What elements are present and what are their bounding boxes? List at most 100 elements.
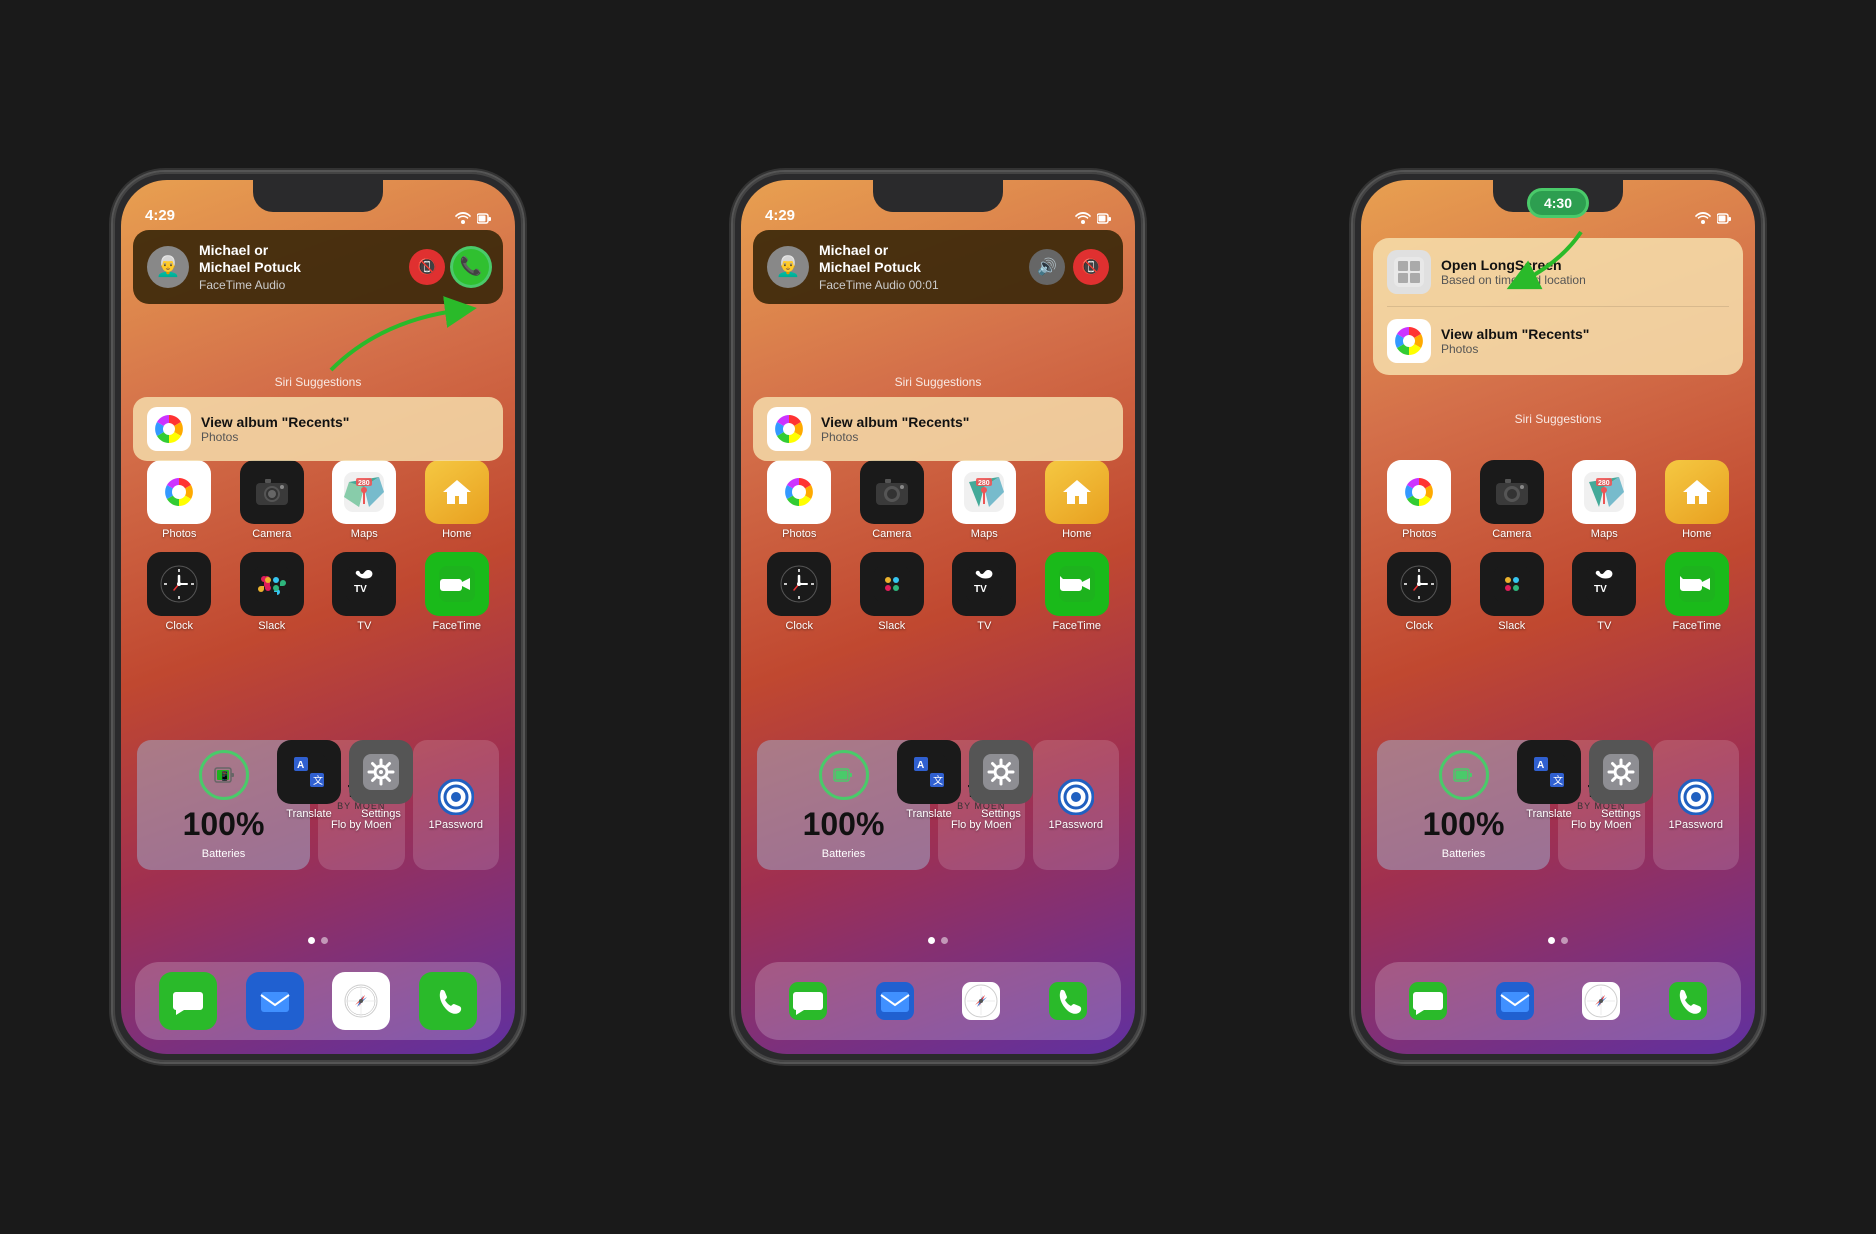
p2-phone-dock[interactable]: [1039, 972, 1097, 1030]
p2-facetime[interactable]: FaceTime: [1035, 552, 1120, 632]
p2-maps[interactable]: 280 Maps: [942, 460, 1027, 540]
p3-facetime[interactable]: FaceTime: [1655, 552, 1740, 632]
p2-mid-apps: A文 Translate Settings: [897, 740, 1027, 820]
p3-translate[interactable]: A文 Translate: [1517, 740, 1581, 820]
p2-clock[interactable]: Clock: [757, 552, 842, 632]
phone-1-call-buttons: 📵 📞: [409, 249, 489, 285]
phone-1-app-camera[interactable]: Camera: [230, 460, 315, 540]
p2-settings-icon: [969, 740, 1033, 804]
phone-3-siri-item-1[interactable]: Open LongScreen Based on time and locati…: [1373, 238, 1743, 306]
p3-mail-dock[interactable]: [1486, 972, 1544, 1030]
p2-photos-icon: [767, 460, 831, 524]
phone-1-call-avatar: 👨‍🦳: [147, 246, 189, 288]
phone-2-page-dots: [741, 937, 1135, 944]
phone-1-time: 4:29: [141, 207, 175, 224]
phone-1-app-translate[interactable]: A 文 Translate: [277, 740, 341, 820]
p2-camera-icon: [860, 460, 924, 524]
appletv-label: TV: [357, 620, 371, 632]
p2-tv[interactable]: TV TV: [942, 552, 1027, 632]
svg-text:A: A: [1537, 760, 1544, 771]
p3-tv[interactable]: TVTV: [1562, 552, 1647, 632]
phone-3-screen: 4:30 4:30: [1361, 180, 1755, 1054]
phone-2-app-grid: Photos Camera 280 Maps: [757, 460, 1119, 632]
phone-1-mid-apps: A 文 Translate: [277, 740, 407, 820]
phone-3-siri-item-2[interactable]: View album "Recents" Photos: [1373, 307, 1743, 375]
slack-label: Slack: [258, 620, 285, 632]
p2-safari-dock[interactable]: [952, 972, 1010, 1030]
p3-phone-dock[interactable]: [1659, 972, 1717, 1030]
phone-1-siri-card[interactable]: View album "Recents" Photos: [133, 397, 503, 461]
phone-1-app-clock[interactable]: Clock: [137, 552, 222, 632]
phone-2-dock: [755, 962, 1121, 1040]
phone-3-status-icons: [1695, 212, 1735, 224]
camera-label: Camera: [252, 528, 291, 540]
phone-1-app-photos[interactable]: Photos: [137, 460, 222, 540]
photos-label: Photos: [162, 528, 196, 540]
phone-1-app-home[interactable]: Home: [415, 460, 500, 540]
svg-text:280: 280: [358, 480, 370, 487]
battery-icon: 📱: [199, 750, 249, 800]
phone-1-status-icons: [455, 212, 495, 224]
phone-1-siri-icon: [147, 407, 191, 451]
phone-2-end-button[interactable]: 📵: [1073, 249, 1109, 285]
phone-3-green-pill[interactable]: 4:30: [1527, 188, 1589, 218]
messages-dock-icon[interactable]: [159, 972, 217, 1030]
phone-1-app-facetime[interactable]: FaceTime: [415, 552, 500, 632]
phone-1-page-dots: [121, 937, 515, 944]
mail-dock-icon[interactable]: [246, 972, 304, 1030]
batteries-label: Batteries: [202, 848, 245, 860]
svg-text:文: 文: [933, 774, 943, 787]
p2-messages-dock[interactable]: [779, 972, 837, 1030]
p3-slack[interactable]: Slack: [1470, 552, 1555, 632]
phone-1-app-maps[interactable]: 280 Maps: [322, 460, 407, 540]
phone-1-app-tv[interactable]: TV TV: [322, 552, 407, 632]
phone-2-call-sub: FaceTime Audio 00:01: [819, 278, 1019, 292]
p3-safari-dock[interactable]: [1572, 972, 1630, 1030]
p2-facetime-icon: [1045, 552, 1109, 616]
phone-1-app-settings[interactable]: Settings: [349, 740, 413, 820]
p3-photos[interactable]: Photos: [1377, 460, 1462, 540]
phone-1-app-slack[interactable]: Slack: [230, 552, 315, 632]
p3-clock[interactable]: Clock: [1377, 552, 1462, 632]
phone-1-accept-call-button[interactable]: 📞: [453, 249, 489, 285]
phone-3-wrapper: 4:30 4:30: [1248, 27, 1868, 1207]
svg-text:280: 280: [1598, 480, 1610, 487]
p2-slack[interactable]: Slack: [850, 552, 935, 632]
phone-2-call-info: Michael orMichael Potuck FaceTime Audio …: [819, 242, 1019, 292]
p3-maps-icon: 280: [1572, 460, 1636, 524]
p3-messages-dock[interactable]: [1399, 972, 1457, 1030]
phone-2-notch: [873, 180, 1003, 212]
phone-1-notch: [253, 180, 383, 212]
camera-icon: [240, 460, 304, 524]
phone-3-page-dots: [1361, 937, 1755, 944]
p2-home[interactable]: Home: [1035, 460, 1120, 540]
onepass-label: 1Password: [429, 819, 483, 831]
phone-2-mute-button[interactable]: 🔊: [1029, 249, 1065, 285]
p2-settings[interactable]: Settings: [969, 740, 1033, 820]
safari-dock-icon[interactable]: [332, 972, 390, 1030]
p3-settings[interactable]: Settings: [1589, 740, 1653, 820]
p2-translate[interactable]: A文 Translate: [897, 740, 961, 820]
phone-1-end-call-button[interactable]: 📵: [409, 249, 445, 285]
p2-onepass-widget[interactable]: 1Password: [1033, 740, 1120, 870]
phone-1-onepass-widget[interactable]: 1Password: [413, 740, 500, 870]
phone-3-siri-label: Siri Suggestions: [1361, 410, 1755, 428]
p3-maps[interactable]: 280Maps: [1562, 460, 1647, 540]
phone-2-siri-section: Siri Suggestions: [753, 375, 1123, 461]
phone-1-siri-text: View album "Recents" Photos: [201, 414, 349, 444]
p3-onepass-widget[interactable]: 1Password: [1653, 740, 1740, 870]
clock-icon: [147, 552, 211, 616]
dot-1: [308, 937, 315, 944]
translate-label: Translate: [286, 808, 331, 820]
p3-home[interactable]: Home: [1655, 460, 1740, 540]
p2-translate-icon: A文: [897, 740, 961, 804]
phone-2-siri-card[interactable]: View album "Recents" Photos: [753, 397, 1123, 461]
p2-mail-dock[interactable]: [866, 972, 924, 1030]
p3-camera[interactable]: Camera: [1470, 460, 1555, 540]
p2-camera[interactable]: Camera: [850, 460, 935, 540]
phone-dock-icon[interactable]: [419, 972, 477, 1030]
phone-3-siri-double-card[interactable]: Open LongScreen Based on time and locati…: [1373, 238, 1743, 375]
phone-1-call-info: Michael orMichael Potuck FaceTime Audio: [199, 242, 399, 292]
p2-photos[interactable]: Photos: [757, 460, 842, 540]
phone-3-app-grid: Photos Camera 280Maps Home Clock Slack T…: [1377, 460, 1739, 632]
